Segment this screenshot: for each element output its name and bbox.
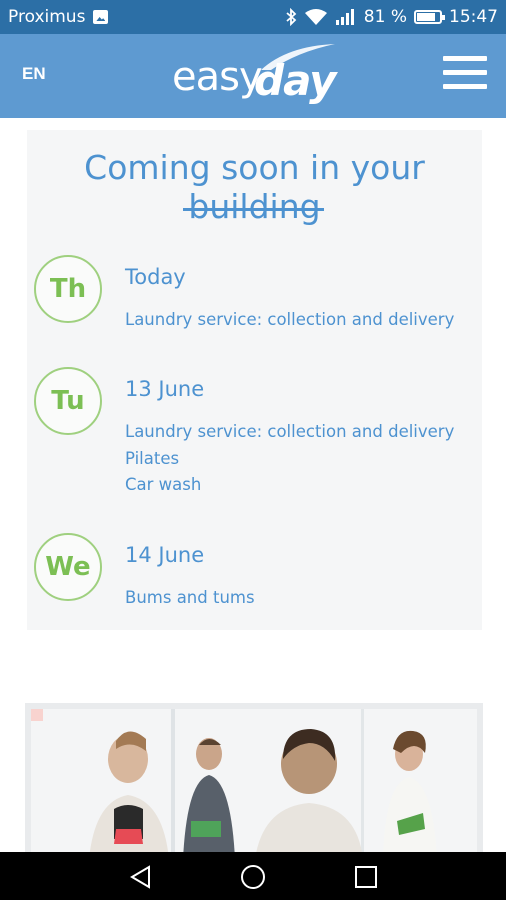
event-item[interactable]: Laundry service: collection and delivery: [125, 419, 454, 446]
hamburger-menu-icon[interactable]: [443, 56, 487, 92]
day-badge: We: [34, 533, 102, 601]
title-divider: [183, 208, 324, 211]
recents-icon[interactable]: [354, 865, 378, 889]
bluetooth-icon: [286, 8, 297, 26]
back-icon[interactable]: [128, 864, 154, 890]
fitness-class-photo: [25, 703, 483, 853]
system-nav-bar: [0, 852, 506, 900]
day-badge: Tu: [34, 367, 102, 435]
wifi-icon: [304, 9, 327, 25]
signal-icon: [335, 9, 354, 25]
event-item[interactable]: Pilates: [125, 446, 454, 473]
logo-text-easy: easy: [172, 54, 263, 100]
event-item[interactable]: Bums and tums: [125, 585, 255, 612]
event-item[interactable]: Car wash: [125, 472, 454, 499]
people-illustration: [31, 709, 437, 853]
event-date: 14 June: [125, 543, 205, 567]
status-bar: Proximus 81 % 15:47: [0, 0, 506, 34]
event-item[interactable]: Laundry service: collection and delivery: [125, 307, 454, 334]
schedule-card: Coming soon in your building Th Today La…: [27, 130, 482, 630]
easyday-logo[interactable]: easy day: [172, 42, 337, 112]
schedule-title: Coming soon in your building: [84, 148, 425, 226]
image-notification-icon: [93, 10, 109, 24]
clock: 15:47: [449, 7, 498, 27]
language-selector[interactable]: EN: [22, 64, 46, 84]
event-date: Today: [125, 265, 186, 289]
logo-text-day: day: [254, 56, 336, 105]
carrier-name: Proximus: [8, 7, 86, 27]
app-header: EN easy day: [0, 34, 506, 118]
home-icon[interactable]: [239, 863, 267, 891]
battery-icon: [414, 10, 445, 24]
day-badge: Th: [34, 255, 102, 323]
event-date: 13 June: [125, 377, 205, 401]
battery-percent: 81 %: [363, 7, 407, 27]
